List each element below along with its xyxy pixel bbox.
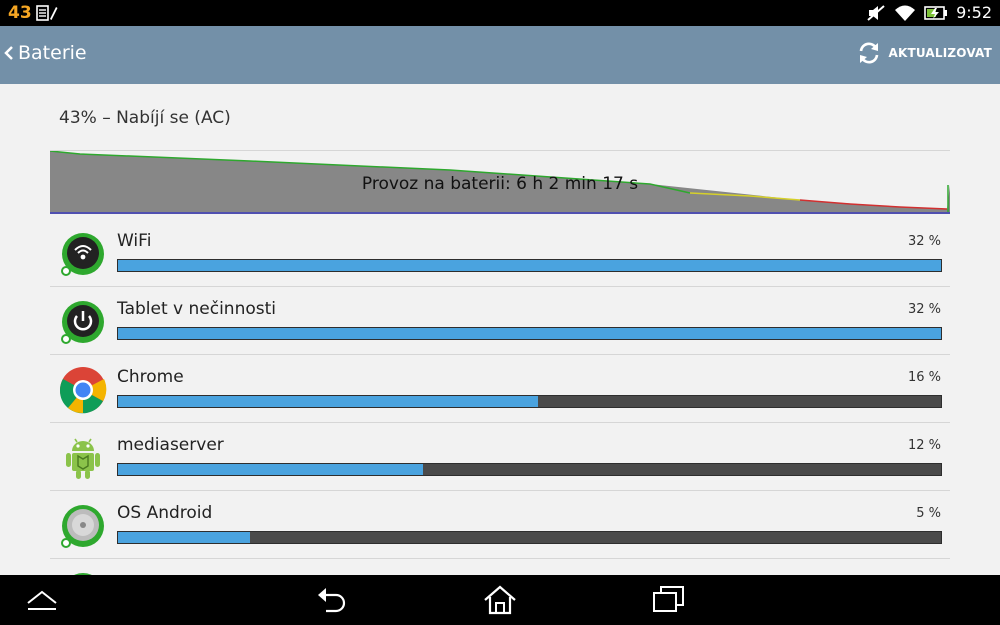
chevron-left-icon: [4, 46, 13, 60]
wifi-icon: [895, 5, 916, 21]
usage-item-percent: 5 %: [916, 506, 941, 521]
notification-area[interactable]: 43: [8, 3, 58, 23]
page-title: Baterie: [18, 42, 87, 64]
wifi-app-icon: [61, 233, 104, 276]
hide-nav-button[interactable]: [22, 583, 62, 617]
usage-item-percent: 32 %: [907, 302, 941, 317]
usage-item-name: Tablet v nečinnosti: [117, 299, 276, 319]
recent-apps-button[interactable]: [648, 583, 688, 617]
battery-runtime-label: Provoz na baterii: 6 h 2 min 17 s: [361, 174, 639, 194]
back-button[interactable]: Baterie: [4, 42, 87, 64]
navigation-bar: [0, 575, 1000, 625]
battery-history-graph[interactable]: Provoz na baterii: 6 h 2 min 17 s: [49, 150, 950, 217]
usage-progress-fill: [118, 260, 941, 271]
os-android-icon: [61, 505, 104, 548]
refresh-button[interactable]: AKTUALIZOVAT: [856, 40, 992, 66]
mute-icon: [867, 4, 885, 21]
usage-item-name: Chrome: [117, 367, 184, 387]
android-icon: [66, 438, 100, 479]
recent-apps-icon: [653, 586, 684, 612]
battery-content: 43% – Nabíjí se (AC) Provoz na baterii: …: [0, 84, 1000, 575]
usage-item-name: mediaserver: [117, 435, 224, 455]
chrome-icon: [59, 367, 107, 414]
usage-progress-bar: [117, 463, 942, 476]
back-arrow-icon: [318, 588, 346, 613]
chevron-up-icon: [27, 590, 57, 610]
notification-count: 43: [8, 3, 32, 23]
usage-progress-fill: [118, 464, 423, 475]
usage-item-percent: 16 %: [907, 370, 941, 385]
battery-status: 43% – Nabíjí se (AC): [59, 108, 231, 128]
status-bar: 43 9:52: [0, 0, 1000, 26]
usage-item-name: OS Android: [117, 503, 213, 523]
usage-item-percent: 12 %: [907, 438, 941, 453]
home-icon: [484, 585, 516, 615]
usage-item-name: WiFi: [117, 231, 152, 251]
usage-row-wifi[interactable]: WiFi 32 %: [50, 219, 950, 287]
usage-progress-fill: [118, 396, 538, 407]
usage-row-os-android[interactable]: OS Android 5 %: [50, 491, 950, 559]
usage-progress-fill: [118, 532, 250, 543]
usage-row-mediaserver[interactable]: mediaserver 12 %: [50, 423, 950, 491]
usage-progress-bar: [117, 259, 942, 272]
power-icon: [61, 301, 104, 344]
usage-row-tablet-idle[interactable]: Tablet v nečinnosti 32 %: [50, 287, 950, 355]
clock: 9:52: [956, 3, 992, 22]
notes-icon: [35, 5, 58, 21]
action-bar: Baterie AKTUALIZOVAT: [0, 26, 1000, 84]
usage-progress-bar: [117, 395, 942, 408]
usage-progress-bar: [117, 531, 942, 544]
back-nav-button[interactable]: [312, 583, 352, 617]
refresh-label: AKTUALIZOVAT: [888, 46, 992, 60]
home-nav-button[interactable]: [480, 583, 520, 617]
usage-progress-bar: [117, 327, 942, 340]
usage-progress-fill: [118, 328, 941, 339]
usage-item-percent: 32 %: [907, 234, 941, 249]
usage-row-chrome[interactable]: Chrome 16 %: [50, 355, 950, 423]
refresh-icon: [860, 42, 879, 64]
battery-charging-icon: [924, 5, 948, 20]
usage-row-partial[interactable]: [50, 559, 950, 575]
